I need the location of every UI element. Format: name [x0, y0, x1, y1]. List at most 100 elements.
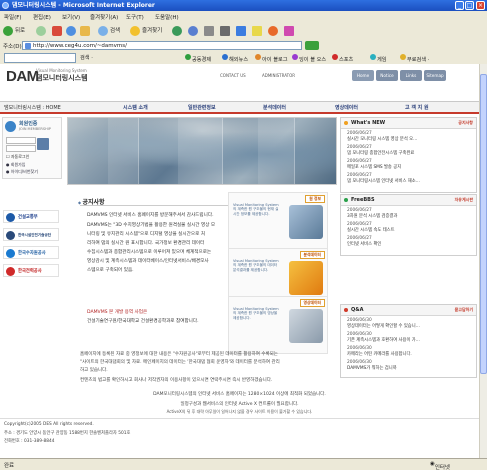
link-economy[interactable]: 공동경제 — [185, 54, 211, 63]
body-text-3: 하고 있습니다. — [80, 368, 108, 373]
scrollbar-thumb[interactable] — [480, 74, 487, 374]
link-dot-icon — [292, 54, 298, 60]
login-box: 회원인증 JOIN MEMBERSHIP ☐ 자동로그인 ● 회원가입 ● 아이… — [2, 117, 62, 179]
link-label: 무료검색 · — [407, 57, 430, 63]
extra-button[interactable] — [284, 25, 296, 37]
stop-button[interactable] — [52, 25, 64, 37]
nav-image-data[interactable]: 영상데이터 — [335, 104, 358, 111]
remember-checkbox[interactable]: ☐ 자동로그인 — [6, 154, 29, 160]
menu-edit[interactable]: 편집(E) — [33, 13, 51, 21]
go-button[interactable] — [305, 41, 319, 50]
admin-link[interactable]: ADMINISTRATOR — [262, 73, 295, 78]
logo-korean: 댐모니터링시스템 — [36, 74, 88, 82]
menu-help[interactable]: 도움말(H) — [155, 13, 179, 21]
media-button[interactable] — [172, 25, 184, 37]
card-dam-info[interactable]: 원 정보 Visual Monitoring System의 계측한 원 구조물… — [228, 192, 328, 250]
user-id-input[interactable] — [6, 137, 36, 144]
menu-tools[interactable]: 도구(T) — [126, 13, 144, 21]
remember-label: 자동로그인 — [10, 154, 30, 159]
address-input[interactable]: http://www.ceg4u.com/~damvms/ — [22, 41, 302, 50]
bullet-icon — [344, 121, 348, 125]
dam-photo-icon — [289, 205, 323, 239]
nav-system-intro[interactable]: 시스템 소개 — [123, 104, 148, 111]
nav-general-info[interactable]: 일반관련정보 — [188, 104, 216, 111]
links-search[interactable]: 검색 · — [80, 54, 93, 61]
footer-divider — [0, 418, 479, 419]
link-dot-icon — [185, 54, 191, 60]
link-blog[interactable]: 아이 블로그 — [255, 54, 288, 63]
qna-more[interactable]: 묻고답하기 — [455, 307, 473, 313]
notice-line-7: 스템으로 구축되어 있음. — [87, 268, 134, 273]
link-free-search[interactable]: 무료검색 · — [400, 54, 429, 63]
whats-new-title: What's NEW — [351, 120, 386, 126]
vertical-scrollbar[interactable] — [479, 64, 487, 458]
minimize-button[interactable]: _ — [455, 1, 464, 10]
discuss-button[interactable] — [252, 25, 264, 37]
news-date: 2006/06/27 — [347, 173, 372, 178]
notice-line-3: 니터링 및 유지관리 시스템"으로 디지털 영상을 실시간으로 처 — [87, 232, 205, 237]
nav-analysis-data[interactable]: 분석데이터 — [263, 104, 286, 111]
topnav-sitemap[interactable]: Sitemap — [424, 70, 446, 81]
refresh-button[interactable] — [66, 25, 78, 37]
card-image-data[interactable]: 영상데이터 Visual Monitoring System의 계측한 원 구조… — [228, 296, 328, 354]
find-account-label: 아이디/비번찾기 — [10, 169, 38, 174]
link-game[interactable]: 게임 — [370, 54, 387, 63]
qna-item[interactable]: DAMVMS가 뭐하는 겁니까 — [347, 366, 397, 371]
messenger-button[interactable] — [268, 25, 280, 37]
link-news[interactable]: 해외뉴스 — [222, 54, 248, 63]
topnav-notice[interactable]: Notice — [376, 70, 398, 81]
partner-kistec[interactable]: 한국시설안전기술공단 — [3, 228, 59, 241]
mail-button[interactable] — [204, 25, 216, 37]
qna-title: Q&A — [351, 307, 364, 313]
history-button[interactable] — [188, 25, 200, 37]
qna-box: Q&A 묻고답하기 2006/06/30 영상데이터는 어떻게 확인할 수 있습… — [340, 304, 477, 378]
stop-icon — [52, 25, 62, 36]
search-button[interactable]: 검색 — [98, 25, 120, 37]
close-button[interactable]: × — [476, 1, 485, 10]
news-item[interactable]: 댐 모니터링 종합안전시스템 구축완료 — [347, 151, 414, 156]
bbs-item[interactable]: 인터넷 서비스 확인 — [347, 242, 381, 247]
contact-link[interactable]: CONTACT US — [220, 73, 246, 78]
breadcrumb: 댐모니터링시스템 : HOME — [4, 105, 61, 111]
media-icon — [172, 25, 182, 36]
find-account-link[interactable]: ● 아이디/비번찾기 — [6, 169, 38, 175]
bbs-item[interactable]: 실시간 시스템 속도 테스트 — [347, 228, 395, 233]
back-button[interactable]: 뒤로 — [3, 25, 25, 37]
favorites-button[interactable]: 즐겨찾기 — [130, 25, 162, 37]
qna-item[interactable]: 기존 계측시스템과 호환하여 사용이 가... — [347, 338, 420, 343]
qna-item[interactable]: 카메라는 어떤 카메라를 사용합니다. — [347, 352, 412, 357]
notice-line-6: 영상감시 및 계측시스템과 데이터베이스/인터넷서비스/배경모사 — [87, 259, 209, 264]
qna-item[interactable]: 영상데이터는 어떻게 확인할 수 있습니... — [347, 324, 420, 329]
partner-kwater[interactable]: 한국수자원공사 — [3, 246, 59, 259]
link-dot-icon — [255, 54, 261, 60]
bbs-item[interactable]: 3차원 분석 시스템 검증결과 — [347, 214, 397, 219]
link-dot-icon — [370, 54, 376, 60]
partner-kepco[interactable]: 한국전력공사 — [3, 264, 59, 277]
topnav-links[interactable]: Links — [400, 70, 422, 81]
news-item[interactable]: 실시간 모니터링 시스템 영상 분석 오... — [347, 137, 417, 142]
link-os[interactable]: 잉이 블 오스 — [292, 54, 326, 63]
news-item[interactable]: 댐 모니터링시스템 인터넷 서비스 재소... — [347, 179, 420, 184]
login-button[interactable] — [37, 138, 49, 150]
join-link[interactable]: ● 회원가입 — [6, 162, 26, 168]
toolbar-search-input[interactable] — [4, 53, 76, 63]
menu-favorites[interactable]: 즐겨찾기(A) — [90, 13, 118, 21]
news-item[interactable]: 메일포 시스템 SMS 발송 공지 — [347, 165, 401, 170]
notice-line-4: 리하여 댐의 실시간 원 표시합니다. 국가정보 환경관리 데이터 — [87, 241, 205, 246]
nav-support[interactable]: 고 객 지 원 — [405, 104, 429, 111]
home-button[interactable] — [80, 25, 92, 37]
freebbs-more[interactable]: 자유게시판 — [455, 197, 473, 203]
maximize-button[interactable]: □ — [465, 1, 474, 10]
forward-button[interactable] — [36, 25, 48, 37]
partner-label: 한국수자원공사 — [18, 251, 46, 256]
topnav-home[interactable]: Home — [352, 70, 374, 81]
edit-button[interactable] — [236, 25, 248, 37]
whats-new-more[interactable]: 공지사항 — [458, 120, 473, 126]
site-logo[interactable]: DAM — [6, 68, 39, 85]
menu-view[interactable]: 보기(V) — [62, 13, 80, 21]
partner-moct[interactable]: 건설교통부 — [3, 210, 59, 223]
print-button[interactable] — [220, 25, 232, 37]
menu-file[interactable]: 파일(F) — [4, 13, 22, 21]
password-input[interactable] — [6, 145, 36, 152]
link-sports[interactable]: 스포츠 — [332, 54, 353, 63]
